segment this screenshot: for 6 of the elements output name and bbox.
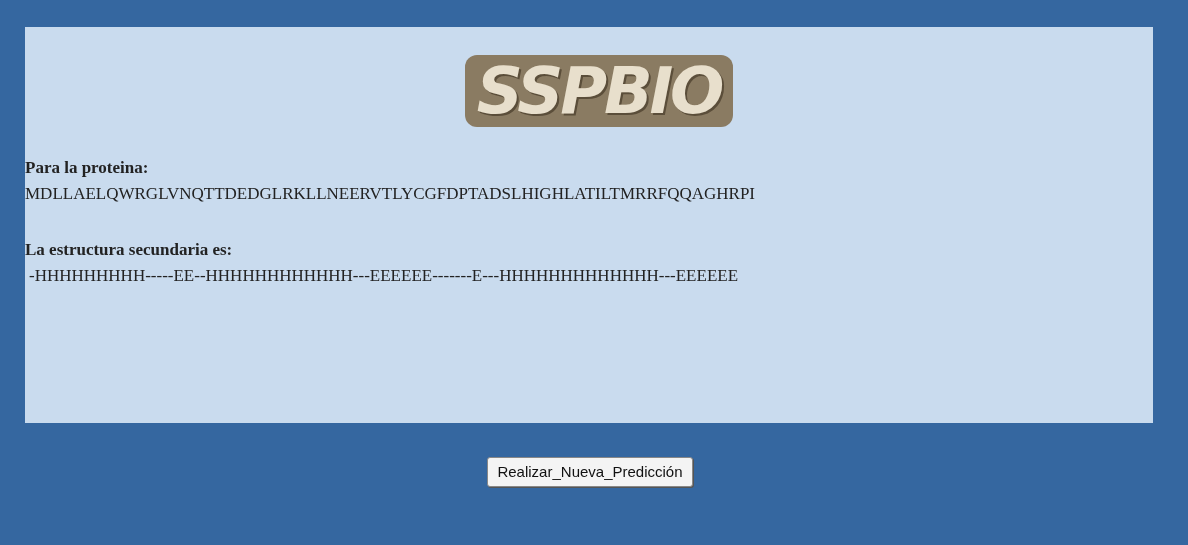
logo: SSPBIO bbox=[464, 55, 734, 127]
structure-sequence: -HHHHHHHHH-----EE--HHHHHHHHHHHH---EEEEEE-------E---HHHHHHHHHHHHH---EEEEEE bbox=[28, 265, 740, 287]
protein-label: Para la proteina: bbox=[25, 157, 150, 179]
protein-sequence: MDLLAELQWRGLVNQTTDEDGLRKLLNEERVTLYCGFDPTADSLHIGHLATILTMRRFQQAGHRPI bbox=[25, 183, 757, 205]
structure-label: La estructura secundaria es: bbox=[25, 239, 234, 261]
new-prediction-button[interactable]: Realizar_Nueva_Predicción bbox=[487, 457, 693, 487]
